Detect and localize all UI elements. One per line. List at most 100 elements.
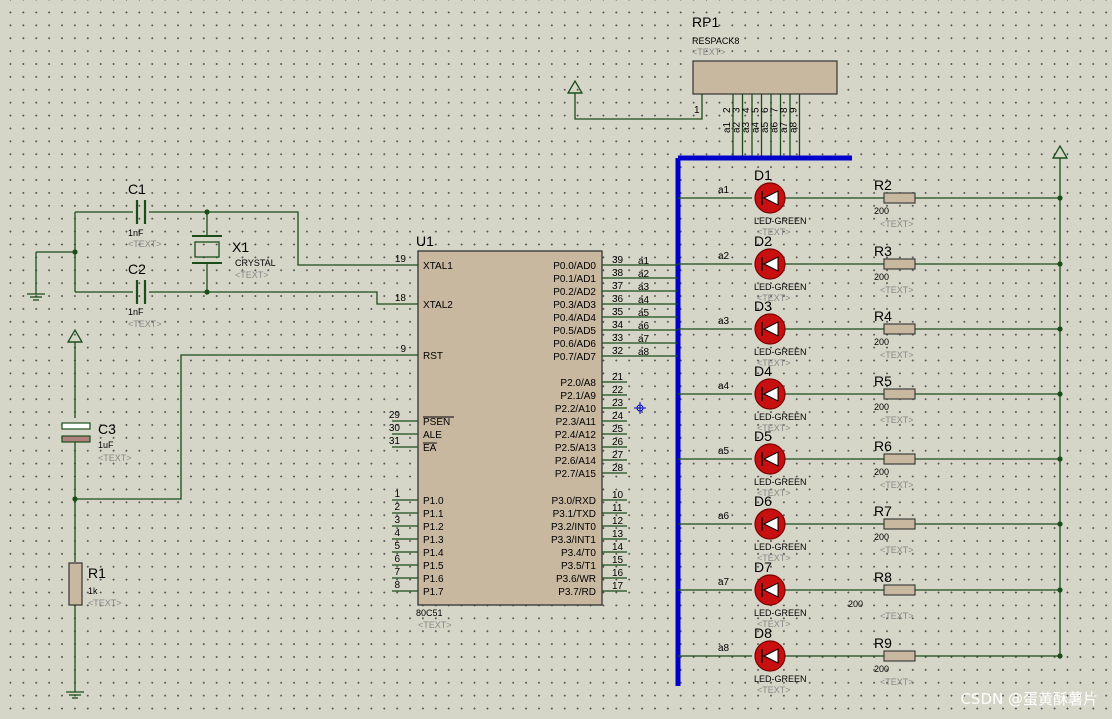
net-label: a8 xyxy=(638,347,650,358)
rp1-ref: RP1 xyxy=(692,14,719,30)
led-ref: D3 xyxy=(754,298,772,314)
u1-pin-number: 13 xyxy=(612,529,624,540)
resistor-text: <TEXT> xyxy=(880,219,914,229)
resistor-R3-body[interactable] xyxy=(883,258,916,270)
u1-pin-name: P2.3/A11 xyxy=(556,417,597,428)
u1-pin-number: 26 xyxy=(612,437,624,448)
led-ref: D7 xyxy=(754,559,772,575)
u1-pin-name: P0.0/AD0 xyxy=(553,261,596,272)
resistor-R9-body[interactable] xyxy=(883,650,916,662)
x1-crystal-icon[interactable] xyxy=(194,241,220,258)
u1-pin-number: 34 xyxy=(612,320,624,331)
u1-pin-name: P1.3 xyxy=(423,535,444,546)
resistor-ref: R3 xyxy=(874,243,892,259)
u1-pin-name: P1.7 xyxy=(423,587,444,598)
resistor-text: <TEXT> xyxy=(880,415,914,425)
resistor-value: 200 xyxy=(874,337,889,347)
u1-pin-name: XTAL2 xyxy=(423,300,453,311)
u1-pin-name: P0.7/AD7 xyxy=(553,352,596,363)
u1-pin-number: 1 xyxy=(394,489,400,500)
led-value: LED-GREEN xyxy=(754,674,807,684)
net-label: a2 xyxy=(638,269,650,280)
c3-value: 1uF xyxy=(98,440,114,450)
led-value: LED-GREEN xyxy=(754,542,807,552)
led-value: LED-GREEN xyxy=(754,216,807,226)
u1-pin-number: 33 xyxy=(612,333,624,344)
resistor-R2-body[interactable] xyxy=(883,192,916,204)
u1-pin-number: 2 xyxy=(394,502,400,513)
c3-ref: C3 xyxy=(98,421,116,437)
watermark: CSDN @蛋黄酥薯片 xyxy=(960,690,1098,708)
x1-ref: X1 xyxy=(232,239,249,255)
c1-text: <TEXT> xyxy=(128,239,162,249)
u1-pin-number: 14 xyxy=(612,542,624,553)
rp1-body[interactable] xyxy=(692,60,838,95)
c3-plate xyxy=(61,422,91,430)
resistor-value: 200 xyxy=(874,532,889,542)
power-terminal-icon[interactable] xyxy=(66,328,84,343)
resistor-text: <TEXT> xyxy=(880,677,914,687)
resistor-ref: R7 xyxy=(874,503,892,519)
u1-pin-name: P1.1 xyxy=(423,509,444,520)
net-label: a1 xyxy=(638,256,650,267)
u1-pin-number: 12 xyxy=(612,516,624,527)
u1-pin-number: 23 xyxy=(612,398,624,409)
u1-pin-name: P0.6/AD6 xyxy=(553,339,596,350)
power-terminal-icon[interactable] xyxy=(1051,144,1069,159)
u1-pin-number: 21 xyxy=(612,372,624,383)
x1-value: CRYSTAL xyxy=(235,258,276,268)
u1-pin-number: 16 xyxy=(612,568,624,579)
junction-dot xyxy=(1057,326,1063,332)
u1-pin-name: P2.7/A15 xyxy=(555,469,597,480)
power-terminal-icon[interactable] xyxy=(566,79,584,94)
u1-pin-number: 29 xyxy=(389,410,401,421)
u1-pin-number: 38 xyxy=(612,268,624,279)
u1-pin-name: PSEN xyxy=(423,417,450,428)
u1-pin-name: P1.6 xyxy=(423,574,444,585)
u1-pin-name: P0.4/AD4 xyxy=(553,313,596,324)
u1-pin-name: P2.1/A9 xyxy=(560,391,596,402)
u1-pin-name: P0.2/AD2 xyxy=(553,287,596,298)
u1-pin-number: 28 xyxy=(612,463,624,474)
u1-pin-number: 19 xyxy=(395,254,407,265)
resistor-R6-body[interactable] xyxy=(883,453,916,465)
schematic-svg[interactable]: RP1RESPACK8<TEXT>1 2a13a24a35a46a57a68a79… xyxy=(0,0,1112,719)
resistor-ref: R8 xyxy=(874,569,892,585)
resistor-R5-body[interactable] xyxy=(883,388,916,400)
u1-pin-name: P3.3/INT1 xyxy=(551,535,596,546)
led-ref: D8 xyxy=(754,625,772,641)
rp1-text: <TEXT> xyxy=(692,47,726,57)
u1-pin-name: P2.4/A12 xyxy=(555,430,597,441)
c2-text: <TEXT> xyxy=(128,319,162,329)
rp1-common-wire xyxy=(574,93,703,120)
xtal2-wire xyxy=(207,291,418,305)
c2-ref: C2 xyxy=(128,261,146,277)
resistor-value: 200 xyxy=(874,206,889,216)
u1-ref: U1 xyxy=(416,233,434,249)
resistor-R8-body[interactable] xyxy=(883,584,916,596)
resistor-value: 200 xyxy=(874,467,889,477)
led-net-label: a4 xyxy=(718,381,730,392)
u1-pin-name: P0.1/AD1 xyxy=(553,274,596,285)
junction-dot xyxy=(1057,261,1063,267)
u1-pin-number: 15 xyxy=(612,555,624,566)
resistor-ref: R9 xyxy=(874,635,892,651)
u1-pin-name: P3.2/INT0 xyxy=(551,522,596,533)
u1-pin-name: P1.0 xyxy=(423,496,444,507)
c2-value: 1nF xyxy=(128,307,144,317)
r1-body[interactable] xyxy=(68,562,83,606)
resistor-value: 200 xyxy=(848,599,863,609)
u1-pin-name: P2.2/A10 xyxy=(555,404,597,415)
resistor-text: <TEXT> xyxy=(880,480,914,490)
u1-pin-number: 32 xyxy=(612,346,624,357)
u1-pin-number: 35 xyxy=(612,307,624,318)
resistor-value: 200 xyxy=(874,664,889,674)
led-ref: D1 xyxy=(754,167,772,183)
resistor-R4-body[interactable] xyxy=(883,323,916,335)
resistor-R7-body[interactable] xyxy=(883,518,916,530)
net-label: a3 xyxy=(638,282,650,293)
u1-pin-number: 30 xyxy=(389,423,401,434)
junction-dot xyxy=(1057,653,1063,659)
resistor-ref: R5 xyxy=(874,373,892,389)
resistor-value: 200 xyxy=(874,272,889,282)
